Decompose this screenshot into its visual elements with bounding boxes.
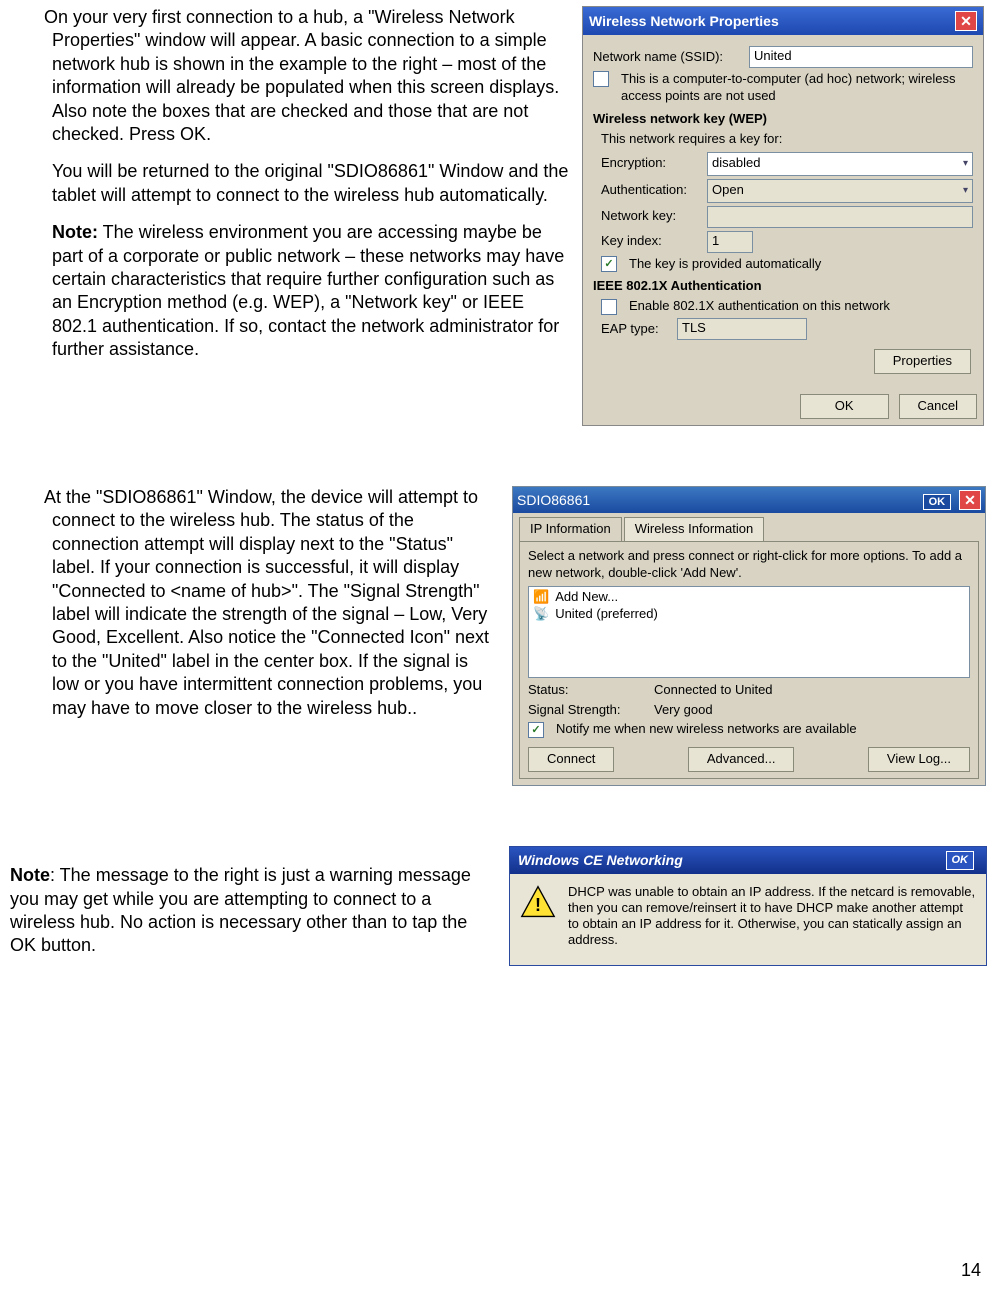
auth-select[interactable]: Open▾ [707,179,973,203]
netkey-label: Network key: [601,208,701,225]
dhcp-message: DHCP was unable to obtain an IP address.… [568,884,976,949]
window-title-bar: Wireless Network Properties ✕ [583,7,983,35]
note-paragraph: Note: The message to the right is just a… [10,864,497,958]
list-item-add-new[interactable]: 📶 Add New... [531,589,967,606]
autokey-checkbox[interactable]: ✓ [601,256,617,272]
ok-button[interactable]: OK [946,851,975,869]
ieee-enable-label: Enable 802.1X authentication on this net… [629,298,890,315]
netkey-input[interactable] [707,206,973,228]
ok-button[interactable]: OK [800,394,889,419]
step-d-p2: You will be returned to the original "SD… [10,160,570,207]
advanced-button[interactable]: Advanced... [688,747,795,772]
signal-label: Signal Strength: [528,702,648,719]
notify-checkbox[interactable]: ✓ [528,722,544,738]
autokey-label: The key is provided automatically [629,256,821,273]
keyidx-label: Key index: [601,233,701,250]
close-icon[interactable]: ✕ [959,490,981,510]
encryption-label: Encryption: [601,155,701,172]
ieee-group-header: IEEE 802.1X Authentication [593,278,973,295]
window-title-bar: SDIO86861 OK ✕ [513,487,985,513]
wireless-properties-window: Wireless Network Properties ✕ Network na… [582,6,984,426]
tab-ip-info[interactable]: IP Information [519,517,622,541]
viewlog-button[interactable]: View Log... [868,747,970,772]
adhoc-checkbox[interactable] [593,71,609,87]
properties-button[interactable]: Properties [874,349,971,374]
page-number: 14 [961,1259,981,1282]
wep-group-header: Wireless network key (WEP) [593,111,973,128]
window-title: Wireless Network Properties [589,12,779,30]
eap-label: EAP type: [601,321,671,338]
step-e-p1: e.At the "SDIO86861" Window, the device … [10,486,500,720]
instructions-text: Select a network and press connect or ri… [528,548,970,582]
ieee-enable-checkbox[interactable] [601,299,617,315]
list-item-network[interactable]: 📡 United (preferred) [531,606,967,623]
cancel-button[interactable]: Cancel [899,394,977,419]
tab-wireless-info[interactable]: Wireless Information [624,517,764,541]
chevron-down-icon: ▾ [963,184,968,197]
signal-value: Very good [654,702,713,719]
status-label: Status: [528,682,648,699]
warning-icon: ! [520,884,556,920]
antenna-icon: 📶 [533,589,549,606]
wep-req-label: This network requires a key for: [601,131,973,148]
step-d-p1: d.On your very first connection to a hub… [10,6,570,146]
notify-label: Notify me when new wireless networks are… [556,721,857,738]
network-list[interactable]: 📶 Add New... 📡 United (preferred) [528,586,970,678]
eap-input[interactable]: TLS [677,318,807,340]
sdio-window: SDIO86861 OK ✕ IP Information Wireless I… [512,486,986,786]
keyidx-input[interactable]: 1 [707,231,753,253]
window-title: Windows CE Networking [518,851,683,869]
connected-icon: 📡 [533,606,549,623]
window-title-bar: Windows CE Networking OK [510,847,986,873]
ce-networking-window: Windows CE Networking OK ! DHCP was unab… [509,846,987,965]
adhoc-label: This is a computer-to-computer (ad hoc) … [621,71,973,105]
connect-button[interactable]: Connect [528,747,614,772]
auth-label: Authentication: [601,182,701,199]
status-value: Connected to United [654,682,773,699]
svg-text:!: ! [535,895,541,915]
ok-button[interactable]: OK [923,494,952,510]
window-title: SDIO86861 [517,491,590,509]
step-d-note: Note: The wireless environment you are a… [10,221,570,361]
close-icon[interactable]: ✕ [955,11,977,31]
chevron-down-icon: ▾ [963,157,968,170]
ssid-input[interactable]: United [749,46,973,68]
encryption-select[interactable]: disabled▾ [707,152,973,176]
ssid-label: Network name (SSID): [593,49,743,66]
